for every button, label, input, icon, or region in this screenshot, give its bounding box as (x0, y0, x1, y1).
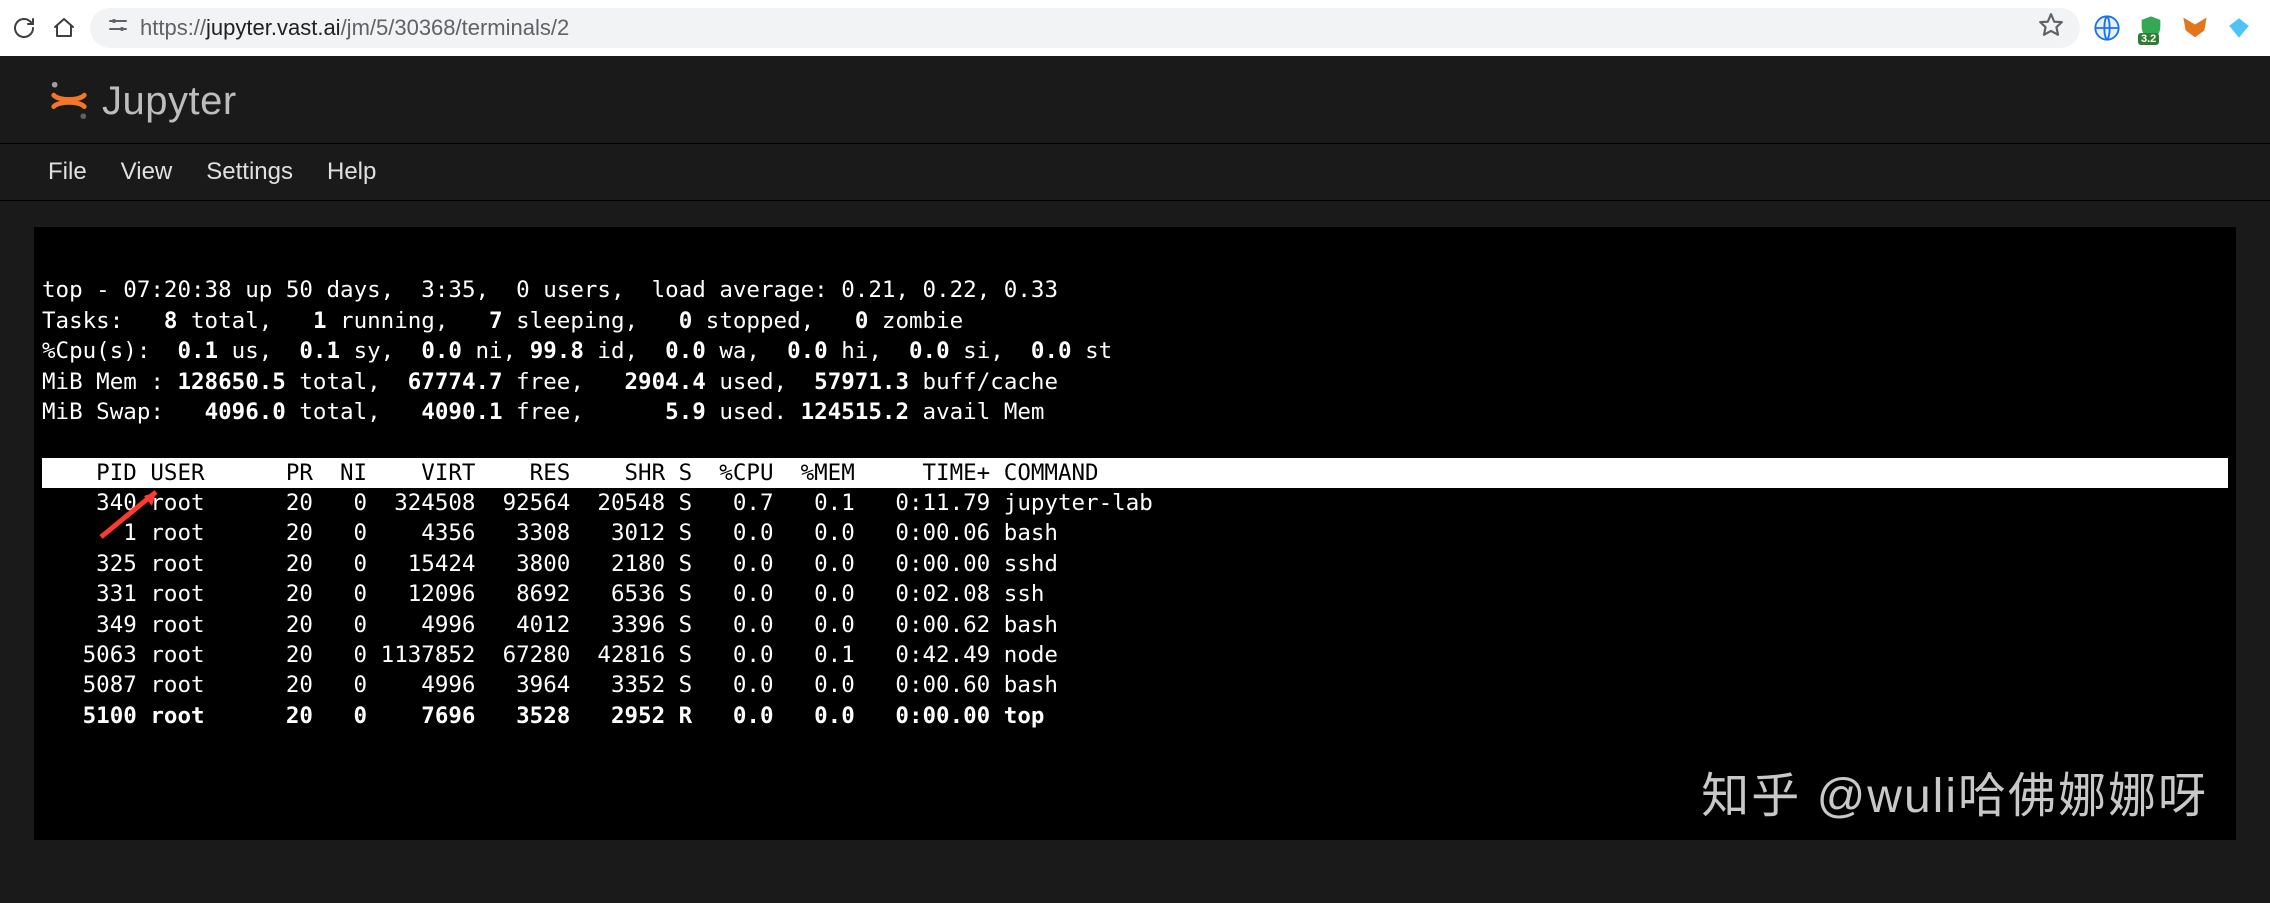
top-line-mem: MiB Mem : 128650.5 total, 67774.7 free, … (42, 369, 1058, 395)
process-list: 340 root 20 0 324508 92564 20548 S 0.7 0… (42, 490, 1153, 729)
globe-extension-icon[interactable] (2092, 13, 2122, 43)
terminal[interactable]: top - 07:20:38 up 50 days, 3:35, 0 users… (34, 227, 2236, 840)
extension-icons: 3.2 (2092, 13, 2260, 43)
diamond-extension-icon[interactable] (2224, 13, 2254, 43)
menu-help[interactable]: Help (327, 158, 376, 186)
jupyter-header: Jupyter File View Settings Help (0, 56, 2270, 201)
work-area: top - 07:20:38 up 50 days, 3:35, 0 users… (0, 201, 2270, 903)
address-bar[interactable]: https://jupyter.vast.ai/jm/5/30368/termi… (90, 8, 2080, 48)
menubar: File View Settings Help (0, 144, 2270, 201)
home-button[interactable] (50, 14, 78, 42)
jupyter-logo-icon (48, 78, 90, 125)
shield-extension-icon[interactable]: 3.2 (2136, 13, 2166, 43)
menu-view[interactable]: View (121, 158, 173, 186)
watermark-text: 知乎 @wuli哈佛娜娜呀 (1701, 765, 2208, 830)
menu-file[interactable]: File (48, 158, 87, 186)
browser-toolbar: https://jupyter.vast.ai/jm/5/30368/termi… (0, 0, 2270, 56)
top-line-cpu: %Cpu(s): 0.1 us, 0.1 sy, 0.0 ni, 99.8 id… (42, 338, 1112, 364)
metamask-extension-icon[interactable] (2180, 13, 2210, 43)
jupyter-logo-text: Jupyter (102, 79, 237, 124)
menu-settings[interactable]: Settings (206, 158, 293, 186)
top-columns-header: PID USER PR NI VIRT RES SHR S %CPU %MEM … (42, 458, 2228, 488)
reload-button[interactable] (10, 14, 38, 42)
site-settings-icon[interactable] (106, 13, 130, 43)
top-line-swap: MiB Swap: 4096.0 total, 4090.1 free, 5.9… (42, 399, 1044, 425)
top-line-summary: top - 07:20:38 up 50 days, 3:35, 0 users… (42, 277, 1058, 303)
jupyter-logo-row: Jupyter (0, 70, 2270, 144)
top-line-tasks: Tasks: 8 total, 1 running, 7 sleeping, 0… (42, 308, 963, 334)
bookmark-star-icon[interactable] (2038, 12, 2064, 44)
extension-badge: 3.2 (2138, 33, 2159, 45)
url-text: https://jupyter.vast.ai/jm/5/30368/termi… (140, 15, 2028, 41)
